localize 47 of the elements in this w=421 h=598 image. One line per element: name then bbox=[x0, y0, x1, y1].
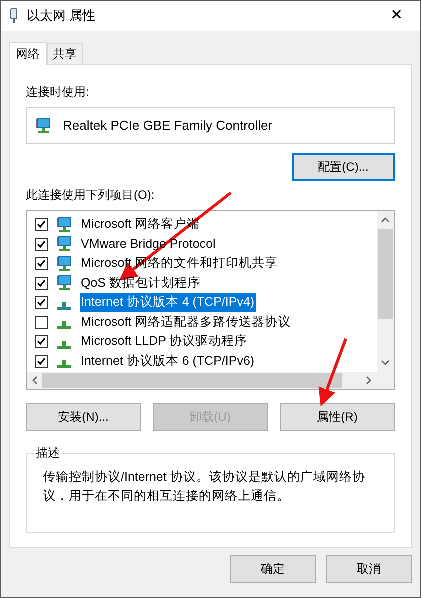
network-computer-icon bbox=[56, 275, 72, 292]
list-item[interactable]: Microsoft 网络适配器多路传送器协议 bbox=[80, 312, 292, 332]
tab[interactable]: 共享 bbox=[47, 43, 83, 64]
scroll-up-icon[interactable] bbox=[381, 217, 390, 223]
checkbox[interactable] bbox=[35, 238, 48, 251]
list-item[interactable]: Internet 协议版本 6 (TCP/IPv6) bbox=[80, 352, 256, 371]
section-label: 此连接使用下列项目(O): bbox=[26, 187, 156, 204]
tab[interactable]: 网络 bbox=[9, 42, 47, 65]
list-item[interactable]: Internet 协议版本 4 (TCP/IPv4) bbox=[80, 293, 256, 312]
description-text: 传输控制协议/Internet 协议。该协议是默认的广域网络协议，用于在不同的相互连接的网络上通信。 bbox=[43, 469, 366, 505]
scroll-left-icon[interactable] bbox=[32, 376, 38, 385]
network-connector-icon bbox=[57, 302, 71, 310]
network-connector-icon bbox=[57, 340, 71, 349]
network-computer-icon bbox=[56, 216, 72, 233]
ethernet-icon bbox=[9, 8, 19, 24]
configure-button[interactable]: 配置(C)... bbox=[292, 153, 395, 181]
scroll-thumb[interactable] bbox=[378, 229, 393, 319]
list-item[interactable]: QoS 数据包计划程序 bbox=[80, 274, 202, 293]
checkbox[interactable] bbox=[35, 354, 48, 368]
network-computer-icon bbox=[56, 256, 72, 272]
vertical-scrollbar[interactable] bbox=[377, 211, 394, 372]
close-button[interactable]: ✕ bbox=[382, 4, 412, 28]
list-item[interactable]: VMware Bridge Protocol bbox=[80, 234, 217, 254]
horizontal-scrollbar[interactable] bbox=[27, 372, 394, 389]
checkbox[interactable] bbox=[35, 316, 48, 329]
checkbox[interactable] bbox=[35, 276, 48, 290]
checkbox[interactable] bbox=[35, 335, 48, 348]
checkbox[interactable] bbox=[35, 296, 48, 310]
dialog-button[interactable]: 安装(N)... bbox=[26, 403, 141, 431]
network-computer-icon bbox=[35, 118, 51, 134]
scroll-thumb[interactable] bbox=[42, 373, 342, 388]
scroll-right-icon[interactable] bbox=[366, 376, 372, 385]
annotation-arrow bbox=[318, 338, 348, 407]
group-title: 描述 bbox=[35, 444, 61, 462]
checkbox[interactable] bbox=[35, 218, 48, 232]
adapter-name: Realtek PCIe GBE Family Controller bbox=[63, 116, 273, 135]
window-title: 以太网 属性 bbox=[27, 7, 97, 26]
scroll-down-icon[interactable] bbox=[381, 360, 390, 366]
checkbox[interactable] bbox=[35, 257, 48, 270]
network-computer-icon bbox=[56, 236, 72, 252]
dialog-button[interactable]: 取消 bbox=[326, 555, 412, 583]
dialog-button[interactable]: 确定 bbox=[230, 555, 316, 583]
section-label: 连接时使用: bbox=[26, 84, 90, 101]
network-connector-icon bbox=[57, 321, 71, 330]
list-item[interactable]: Microsoft LLDP 协议驱动程序 bbox=[80, 332, 249, 352]
network-connector-icon bbox=[57, 360, 71, 368]
dialog-button[interactable]: 属性(R) bbox=[280, 403, 395, 431]
